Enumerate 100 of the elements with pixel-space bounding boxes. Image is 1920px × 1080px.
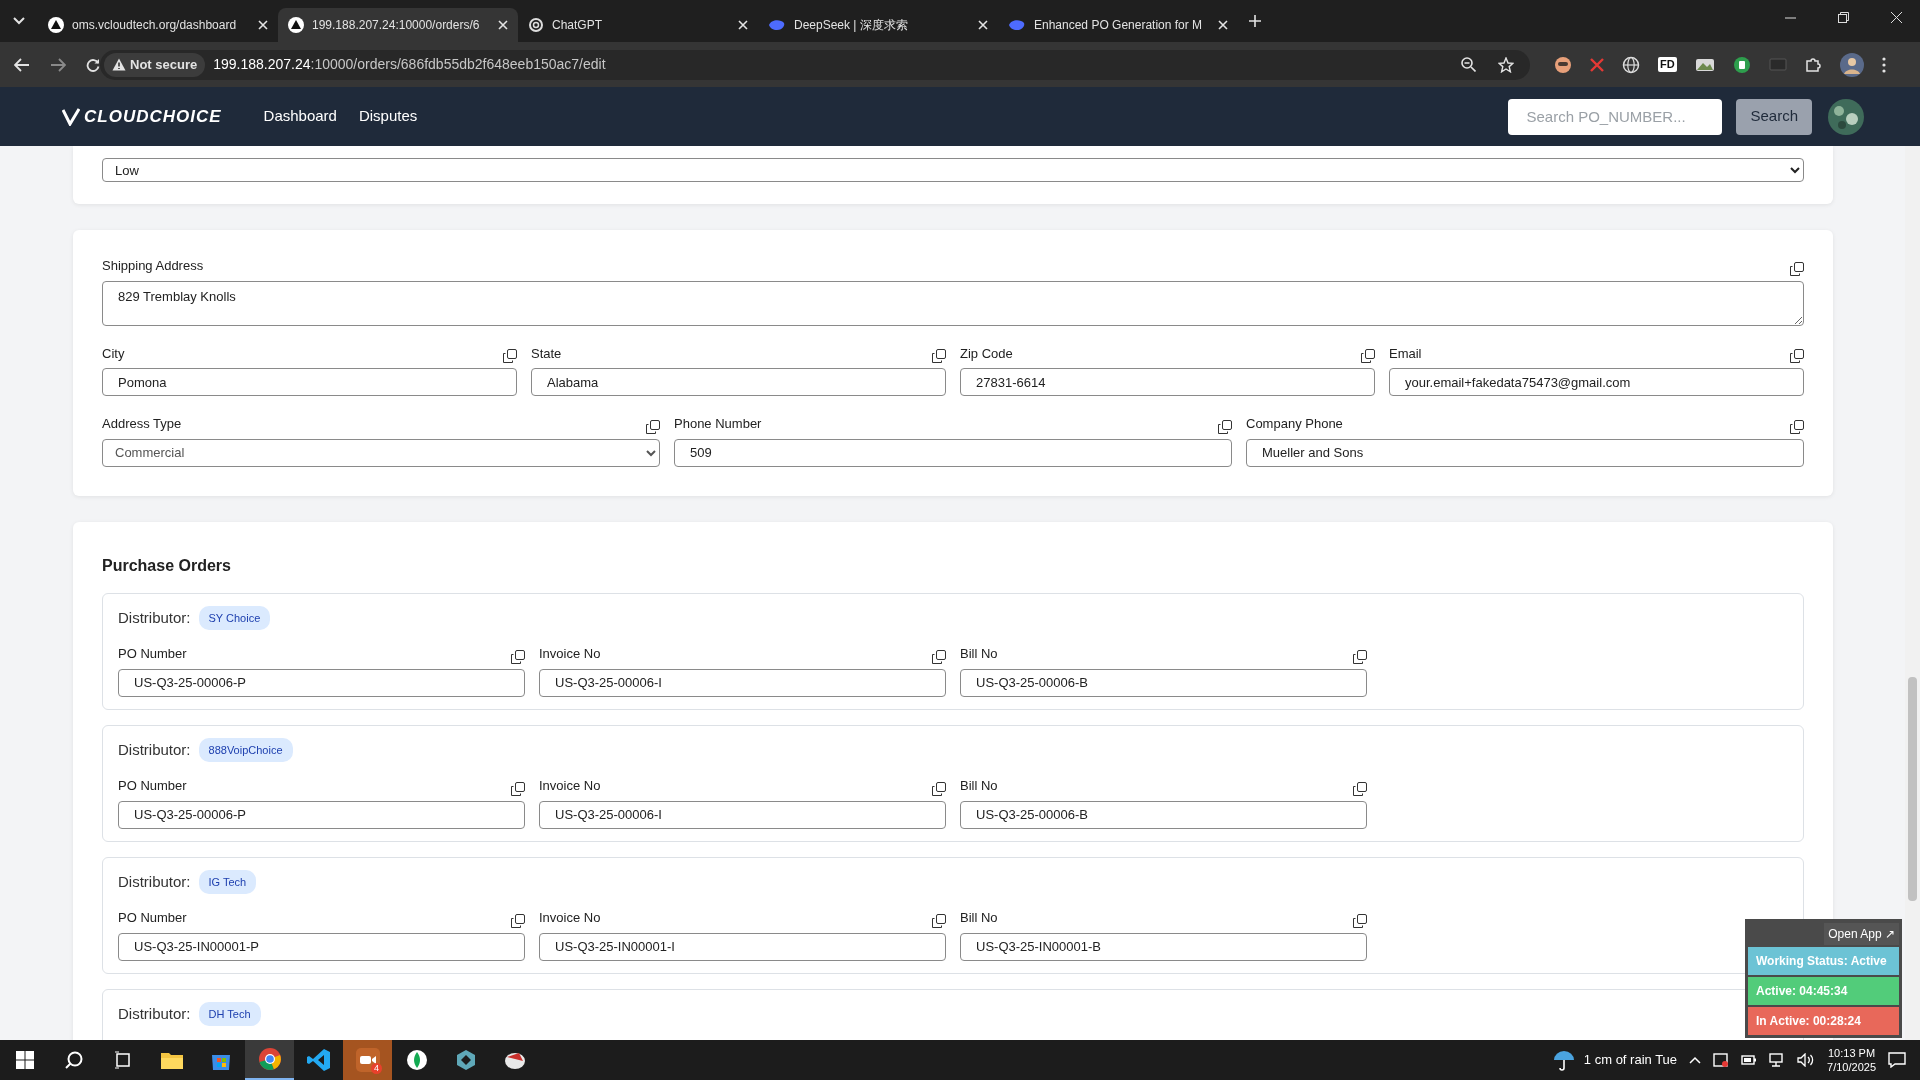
browser-tab[interactable]: 199.188.207.24:10000/orders/6 <box>278 8 518 42</box>
field-label: Company Phone <box>1246 415 1343 433</box>
star-icon[interactable] <box>1498 56 1514 73</box>
puzzle-icon[interactable] <box>1804 56 1822 73</box>
clock-date[interactable]: 7/10/2025 <box>1827 1060 1876 1074</box>
field-label: Address Type <box>102 415 182 433</box>
copy-icon[interactable] <box>1790 419 1804 434</box>
taskbar-app-button[interactable] <box>245 1040 294 1080</box>
input-field[interactable]: US-Q3-25-IN00001-B <box>960 932 1367 961</box>
field-label: PO Number <box>118 645 187 663</box>
copy-icon[interactable] <box>511 781 525 796</box>
speaker-icon[interactable] <box>1797 1053 1816 1067</box>
leaf-icon <box>405 1049 428 1071</box>
input-field[interactable]: US-Q3-25-00006-I <box>539 800 946 829</box>
input-field[interactable]: your.email+fakedata75473@gmail.com <box>1389 368 1804 396</box>
field-label: Invoice No <box>539 645 601 663</box>
open-app-button[interactable]: Open App ↗ <box>1824 923 1899 945</box>
network-icon[interactable] <box>1769 1053 1786 1067</box>
globe-icon[interactable] <box>1622 55 1640 74</box>
dropdown[interactable]: Commercial <box>102 438 660 467</box>
back-arrow-icon[interactable] <box>14 57 30 72</box>
scrollbar[interactable] <box>1905 146 1920 1040</box>
input-field[interactable]: US-Q3-25-IN00001-I <box>539 932 946 961</box>
distributor-label: Distributor: <box>118 607 191 628</box>
tab-search-icon[interactable] <box>13 17 25 25</box>
cross-extension-icon[interactable] <box>1590 57 1604 72</box>
folder-icon <box>159 1050 184 1070</box>
close-icon[interactable] <box>1891 11 1902 23</box>
status-bar: Active: 04:45:34 <box>1748 977 1899 1005</box>
input-field[interactable]: US-Q3-25-00006-P <box>118 800 525 829</box>
browser-tab[interactable]: DeepSeek | 深度求索 <box>758 8 998 42</box>
close-icon[interactable] <box>978 20 988 30</box>
copy-icon[interactable] <box>1790 261 1804 276</box>
clipboard-extension-icon[interactable] <box>1732 55 1751 74</box>
umbrella-icon <box>1551 1049 1576 1071</box>
close-icon[interactable] <box>258 20 268 30</box>
input-field[interactable]: 27831-6614 <box>960 368 1375 396</box>
reload-icon[interactable] <box>86 57 100 72</box>
taskbar-app-button[interactable]: 4 <box>343 1040 392 1080</box>
distributor-label: Distributor: <box>118 1003 191 1024</box>
copy-icon[interactable] <box>1218 419 1232 434</box>
copy-icon[interactable] <box>1353 781 1367 796</box>
search-button[interactable]: Search <box>1736 98 1812 135</box>
scrollbar-thumb[interactable] <box>1908 677 1917 901</box>
copy-icon[interactable] <box>932 781 946 796</box>
copy-icon[interactable] <box>932 913 946 928</box>
battery-icon[interactable] <box>1741 1054 1758 1066</box>
browser-tab[interactable]: ChatGPT <box>518 8 758 42</box>
zoom-icon[interactable] <box>1461 57 1476 72</box>
browser-tab[interactable]: Enhanced PO Generation for M <box>998 8 1238 42</box>
clock-time[interactable]: 10:13 PM <box>1827 1046 1876 1060</box>
weather-text: 1 cm of rain Tue <box>1583 1051 1678 1070</box>
chevron-up-icon[interactable] <box>1689 1056 1702 1064</box>
copy-icon[interactable] <box>1353 913 1367 928</box>
field-label: Bill No <box>960 645 998 663</box>
text-area[interactable]: 829 Tremblay Knolls <box>102 280 1804 326</box>
input-field[interactable]: US-Q3-25-00006-P <box>118 668 525 697</box>
nav-link[interactable]: Disputes <box>358 105 418 128</box>
forward-arrow-icon[interactable] <box>50 57 66 72</box>
browser-icon <box>257 1047 282 1071</box>
whale-icon <box>768 18 786 32</box>
close-icon[interactable] <box>1218 20 1228 30</box>
extension-button[interactable]: FD <box>1658 57 1677 72</box>
dropdown[interactable]: Low <box>102 158 1804 182</box>
input-field[interactable]: Mueller and Sons <box>1246 438 1804 467</box>
close-icon[interactable] <box>498 20 508 30</box>
address-bar[interactable]: Not secure 199.188.207.24:10000/orders/686fdb55db2f648eeb150ac7/edit <box>100 49 1530 80</box>
input-field[interactable]: Alabama <box>531 368 946 396</box>
more-menu-icon[interactable] <box>1881 56 1886 73</box>
notification-icon[interactable] <box>1888 1052 1906 1068</box>
restore-icon[interactable] <box>1838 11 1849 23</box>
close-icon[interactable] <box>738 20 748 30</box>
copy-icon[interactable] <box>932 349 946 363</box>
field-label: Invoice No <box>539 777 601 795</box>
input-field[interactable]: Pomona <box>102 368 517 396</box>
security-chip[interactable]: Not secure <box>104 52 206 77</box>
field-label: Invoice No <box>539 909 601 927</box>
copy-icon[interactable] <box>503 349 517 363</box>
user-avatar[interactable] <box>1826 96 1866 137</box>
copy-icon[interactable] <box>1361 349 1375 363</box>
status-bar: In Active: 00:28:24 <box>1748 1007 1899 1035</box>
input-field[interactable]: 509 <box>674 438 1232 467</box>
copy-icon[interactable] <box>1790 349 1804 363</box>
input-field[interactable]: US-Q3-25-IN00001-P <box>118 932 525 961</box>
copy-icon[interactable] <box>511 913 525 928</box>
copy-icon[interactable] <box>646 419 660 434</box>
input-field[interactable]: US-Q3-25-00006-I <box>539 668 946 697</box>
landscape-extension-icon[interactable] <box>1694 56 1715 73</box>
new-tab-icon[interactable] <box>1249 15 1261 27</box>
copy-icon[interactable] <box>511 649 525 664</box>
input-field[interactable]: US-Q3-25-00006-B <box>960 800 1367 829</box>
browser-tab[interactable]: oms.vcloudtech.org/dashboard <box>38 8 278 42</box>
search-field[interactable]: Search PO_NUMBER... <box>1508 98 1723 135</box>
copy-icon[interactable] <box>1353 649 1367 664</box>
tray-app-icon[interactable] <box>1713 1052 1730 1068</box>
copy-icon[interactable] <box>932 649 946 664</box>
input-field[interactable]: US-Q3-25-00006-B <box>960 668 1367 697</box>
nav-link[interactable]: Dashboard <box>263 105 337 128</box>
code-editor-icon <box>306 1048 331 1072</box>
profile-avatar[interactable] <box>1839 52 1864 77</box>
